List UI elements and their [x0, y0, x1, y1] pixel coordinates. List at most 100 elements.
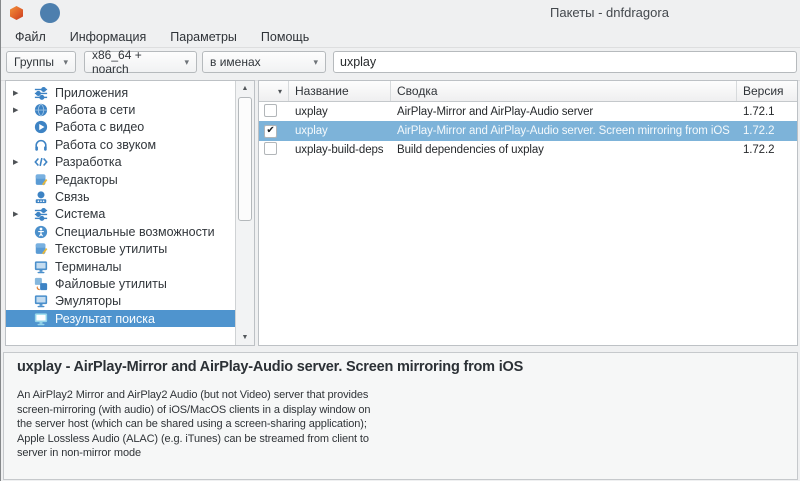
search-input[interactable]: [333, 51, 797, 73]
sidebar-item-10[interactable]: Текстовые утилиты: [6, 241, 235, 258]
sidebar-item-label: Результат поиска: [55, 312, 155, 326]
package-summary: AirPlay-Mirror and AirPlay-Audio server.…: [391, 125, 737, 137]
table-row[interactable]: ✔ uxplayAirPlay-Mirror and AirPlay-Audio …: [259, 121, 797, 140]
editor-icon: [34, 242, 49, 257]
sort-indicator-icon: ▾: [278, 87, 282, 96]
play-icon: [34, 120, 49, 135]
arch-filter-value: x86_64 + noarch: [92, 48, 178, 76]
sliders-icon: [34, 85, 49, 100]
sidebar-item-label: Текстовые утилиты: [55, 242, 167, 256]
window-title: Пакеты - dnfdragora: [550, 5, 669, 20]
sidebar-item-label: Работа со звуком: [55, 138, 156, 152]
column-header-version[interactable]: Версия: [737, 81, 797, 101]
editor-icon: [34, 172, 49, 187]
package-details-description: An AirPlay2 Mirror and AirPlay2 Audio (b…: [17, 388, 797, 461]
sidebar-item-4[interactable]: Работа со звуком: [6, 136, 235, 153]
package-name: uxplay: [289, 106, 391, 118]
code-icon: [34, 155, 49, 170]
files-icon: [34, 276, 49, 291]
sliders-icon: [34, 207, 49, 222]
sidebar-item-label: Редакторы: [55, 173, 118, 187]
menu-file[interactable]: Файл: [15, 30, 46, 44]
accessibility-icon: [34, 224, 49, 239]
sidebar-scrollbar[interactable]: ▲ ▼: [235, 81, 254, 345]
filter-toolbar: Группы ▾ x86_64 + noarch ▾ в именах ▾: [1, 48, 800, 81]
sidebar-item-8[interactable]: ▶ Система: [6, 206, 235, 223]
package-table-pane: ▾ Название Сводка Версия uxplayAirPlay-M…: [258, 80, 798, 346]
sidebar-item-9[interactable]: Специальные возможности: [6, 223, 235, 240]
menubar: Файл Информация Параметры Помощь: [1, 26, 800, 48]
package-checkbox[interactable]: [264, 104, 277, 117]
table-row[interactable]: uxplayAirPlay-Mirror and AirPlay-Audio s…: [259, 102, 797, 121]
expander-icon[interactable]: ▶: [6, 210, 26, 218]
package-version: 1.72.1: [737, 106, 797, 118]
communication-icon: [34, 190, 49, 205]
sidebar-item-13[interactable]: Эмуляторы: [6, 293, 235, 310]
checkbox-cell: ✔: [259, 124, 289, 138]
monitor-icon: [34, 259, 49, 274]
sidebar-item-label: Терминалы: [55, 260, 122, 274]
sidebar-item-2[interactable]: ▶ Работа в сети: [6, 101, 235, 118]
dnfdragora-app-icon: [10, 6, 23, 20]
monitor-icon: [34, 311, 49, 326]
arch-filter-select[interactable]: x86_64 + noarch ▾: [84, 51, 197, 73]
sidebar-item-6[interactable]: Редакторы: [6, 171, 235, 188]
sidebar-item-5[interactable]: ▶ Разработка: [6, 154, 235, 171]
sidebar-item-11[interactable]: Терминалы: [6, 258, 235, 275]
checkbox-cell: [259, 142, 289, 158]
scroll-up-icon[interactable]: ▲: [237, 82, 253, 95]
expander-icon[interactable]: ▶: [6, 106, 26, 114]
search-scope-select[interactable]: в именах ▾: [202, 51, 326, 73]
package-checkbox[interactable]: [264, 142, 277, 155]
menu-options[interactable]: Параметры: [170, 30, 237, 44]
dnfdragora-window: Пакеты - dnfdragora Файл Информация Пара…: [0, 0, 800, 481]
package-table-body: uxplayAirPlay-Mirror and AirPlay-Audio s…: [259, 102, 797, 160]
chevron-down-icon: ▾: [313, 57, 318, 68]
search-scope-value: в именах: [210, 55, 261, 69]
sidebar-item-3[interactable]: Работа с видео: [6, 119, 235, 136]
package-summary: AirPlay-Mirror and AirPlay-Audio server: [391, 106, 737, 118]
column-header-name[interactable]: Название: [289, 81, 391, 101]
sidebar-item-14[interactable]: Результат поиска: [6, 310, 235, 327]
menu-information[interactable]: Информация: [70, 30, 147, 44]
sidebar-item-label: Специальные возможности: [55, 225, 215, 239]
busy-indicator-icon: [40, 3, 60, 23]
sidebar-item-1[interactable]: ▶Приложения: [6, 84, 235, 101]
sidebar-item-label: Разработка: [55, 155, 122, 169]
package-name: uxplay-build-deps: [289, 144, 391, 156]
category-tree-pane: ▶Приложения▶Работа в сетиРабота с видеоР…: [5, 80, 255, 346]
table-header: ▾ Название Сводка Версия: [259, 81, 797, 102]
package-details-title: uxplay - AirPlay-Mirror and AirPlay-Audi…: [17, 359, 797, 375]
sidebar-item-label: Система: [55, 207, 105, 221]
sidebar-item-12[interactable]: Файловые утилиты: [6, 275, 235, 292]
globe-icon: [34, 103, 49, 118]
groups-filter-value: Группы: [14, 55, 54, 69]
menu-help[interactable]: Помощь: [261, 30, 309, 44]
package-version: 1.72.2: [737, 144, 797, 156]
scrollbar-thumb[interactable]: [238, 97, 252, 221]
package-summary: Build dependencies of uxplay: [391, 144, 737, 156]
package-details-panel: uxplay - AirPlay-Mirror and AirPlay-Audi…: [3, 352, 798, 480]
package-checkbox[interactable]: ✔: [264, 125, 277, 138]
chevron-down-icon: ▾: [63, 57, 68, 68]
sidebar-item-label: Работа в сети: [55, 103, 135, 117]
expander-icon[interactable]: ▶: [6, 158, 26, 166]
sidebar-item-7[interactable]: Связь: [6, 188, 235, 205]
sidebar-item-label: Работа с видео: [55, 120, 144, 134]
chevron-down-icon: ▾: [184, 57, 189, 68]
expander-icon[interactable]: ▶: [6, 89, 26, 97]
titlebar: Пакеты - dnfdragora: [1, 0, 800, 27]
sidebar-item-label: Файловые утилиты: [55, 277, 167, 291]
column-header-summary[interactable]: Сводка: [391, 81, 737, 101]
sidebar-item-label: Эмуляторы: [55, 294, 121, 308]
column-header-select[interactable]: ▾: [259, 81, 289, 101]
package-version: 1.72.2: [737, 125, 797, 137]
monitor-icon: [34, 294, 49, 309]
scroll-down-icon[interactable]: ▼: [237, 331, 253, 344]
table-row[interactable]: uxplay-build-depsBuild dependencies of u…: [259, 141, 797, 160]
groups-filter-select[interactable]: Группы ▾: [6, 51, 76, 73]
package-name: uxplay: [289, 125, 391, 137]
checkbox-cell: [259, 104, 289, 120]
category-tree: ▶Приложения▶Работа в сетиРабота с видеоР…: [6, 84, 235, 327]
headphones-icon: [34, 137, 49, 152]
